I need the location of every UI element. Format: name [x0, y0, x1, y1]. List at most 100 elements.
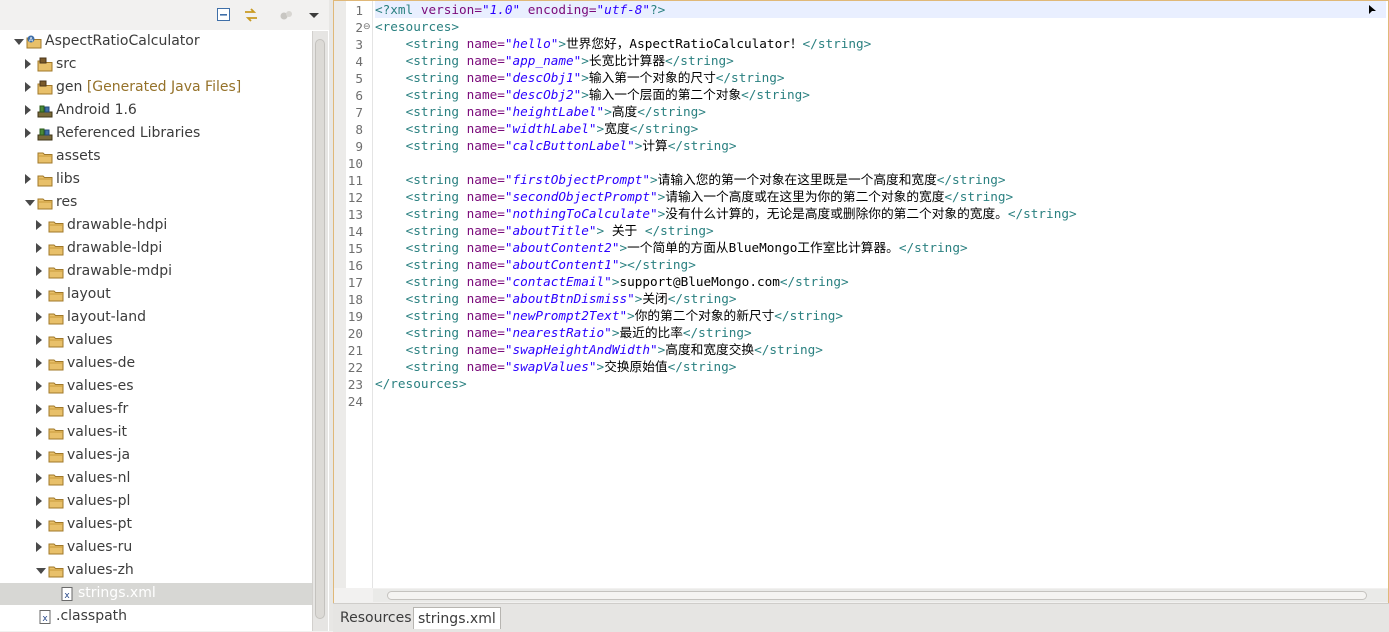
tree-item-values-zh[interactable]: values-zh	[0, 560, 312, 582]
code-line[interactable]: <string name="descObj2">输入一个层面的第二个对象</st…	[375, 86, 810, 103]
code-token-tag: <string	[405, 87, 467, 102]
tree-item-assets[interactable]: assets	[0, 146, 312, 168]
expanded-arrow-icon[interactable]	[36, 568, 46, 574]
code-line[interactable]: <string name="widthLabel">宽度</string>	[375, 120, 699, 137]
expanded-arrow-icon[interactable]	[25, 200, 35, 206]
link-with-editor-icon[interactable]	[243, 7, 259, 23]
code-line[interactable]: <resources>	[375, 18, 459, 35]
code-line[interactable]: <string name="hello">世界您好，AspectRatioCal…	[375, 35, 872, 52]
collapsed-arrow-icon[interactable]	[36, 358, 42, 368]
collapsed-arrow-icon[interactable]	[25, 174, 31, 184]
editor-scroll-thumb[interactable]	[387, 591, 1367, 600]
collapsed-arrow-icon[interactable]	[36, 335, 42, 345]
tree-item-drawable-mdpi[interactable]: drawable-mdpi	[0, 261, 312, 283]
code-line[interactable]: <string name="aboutContent2">一个简单的方面从Blu…	[375, 239, 968, 256]
line-number: 7	[355, 105, 363, 120]
tree-item-gen[interactable]: gen [Generated Java Files]	[0, 77, 312, 99]
code-line[interactable]: <string name="swapValues">交换原始值</string>	[375, 358, 737, 375]
tree-item-name: AspectRatioCalculator	[45, 33, 200, 49]
code-line[interactable]: <string name="aboutContent1"></string>	[375, 256, 696, 273]
code-line[interactable]: <string name="heightLabel">高度</string>	[375, 103, 706, 120]
tree-item-project[interactable]: A AspectRatioCalculator	[0, 31, 312, 53]
code-token-tag: </string>	[944, 189, 1014, 204]
collapsed-arrow-icon[interactable]	[36, 404, 42, 414]
code-area[interactable]: <?xml version="1.0" encoding="utf-8"?> <r…	[373, 1, 1388, 588]
tree-item-res[interactable]: res	[0, 192, 312, 214]
collapsed-arrow-icon[interactable]	[36, 450, 42, 460]
code-line[interactable]: <string name="secondObjectPrompt">请输入一个高…	[375, 188, 1014, 205]
tab-strings-xml[interactable]: strings.xml	[413, 607, 501, 629]
collapse-all-icon[interactable]	[216, 7, 232, 23]
collapsed-arrow-icon[interactable]	[36, 381, 42, 391]
code-line[interactable]: <string name="nothingToCalculate">没有什么计算…	[375, 205, 1077, 222]
collapsed-arrow-icon[interactable]	[25, 128, 31, 138]
code-line[interactable]: <string name="firstObjectPrompt">请输入您的第一…	[375, 171, 1006, 188]
tree-item-drawable-hdpi[interactable]: drawable-hdpi	[0, 215, 312, 237]
code-line[interactable]: <string name="aboutBtnDismiss">关闭</strin…	[375, 290, 737, 307]
code-token-tag: >	[558, 36, 566, 51]
collapsed-arrow-icon[interactable]	[25, 105, 31, 115]
code-token-val: "newPrompt2Text"	[504, 308, 628, 323]
tree-item-values-ru[interactable]: values-ru	[0, 537, 312, 559]
collapsed-arrow-icon[interactable]	[36, 473, 42, 483]
collapsed-arrow-icon[interactable]	[25, 82, 31, 92]
tree-item-values-de[interactable]: values-de	[0, 353, 312, 375]
tree-item-referenced-libraries[interactable]: Referenced Libraries	[0, 123, 312, 145]
tree-item-values-pl[interactable]: values-pl	[0, 491, 312, 513]
tree-item-label: drawable-mdpi	[67, 263, 172, 279]
code-line[interactable]: <string name="nearestRatio">最近的比率</strin…	[375, 324, 752, 341]
code-token-tag: <string	[405, 189, 467, 204]
tree-item-values-pt[interactable]: values-pt	[0, 514, 312, 536]
collapsed-arrow-icon[interactable]	[36, 542, 42, 552]
code-token-tag: <string	[405, 359, 467, 374]
expanded-arrow-icon[interactable]	[14, 39, 24, 45]
tree-item-src[interactable]: src	[0, 54, 312, 76]
tree-item-classpath[interactable]: x .classpath	[0, 606, 312, 628]
tree-item-layout[interactable]: layout	[0, 284, 312, 306]
tree-item-values-it[interactable]: values-it	[0, 422, 312, 444]
tree-item-values-nl[interactable]: values-nl	[0, 468, 312, 490]
editor-horizontal-scrollbar[interactable]	[373, 589, 1388, 602]
code-line[interactable]: <string name="newPrompt2Text">你的第二个对象的新尺…	[375, 307, 843, 324]
tree-item-android-lib[interactable]: Android 1.6	[0, 100, 312, 122]
collapsed-arrow-icon[interactable]	[36, 243, 42, 253]
line-number: 1	[355, 3, 363, 18]
collapsed-arrow-icon[interactable]	[36, 427, 42, 437]
explorer-vertical-scrollbar[interactable]	[312, 31, 328, 631]
tree-item-values-ja[interactable]: values-ja	[0, 445, 312, 467]
code-token-val: "descObj2"	[504, 87, 582, 102]
fold-toggle-icon[interactable]: ⊖	[363, 19, 371, 36]
collapsed-arrow-icon[interactable]	[36, 220, 42, 230]
collapsed-arrow-icon[interactable]	[25, 59, 31, 69]
tab-resources[interactable]: Resources	[336, 607, 416, 629]
tree-item-layout-land[interactable]: layout-land	[0, 307, 312, 329]
code-line[interactable]: <string name="contactEmail">support@Blue…	[375, 273, 849, 290]
code-line[interactable]: <string name="descObj1">输入第一个对象的尺寸</stri…	[375, 69, 785, 86]
tree-item-name: values-pl	[67, 493, 131, 509]
view-menu-icon[interactable]	[306, 7, 322, 23]
collapsed-arrow-icon[interactable]	[36, 289, 42, 299]
line-number: 12	[347, 190, 363, 205]
code-line[interactable]: <string name="calcButtonLabel">计算</strin…	[375, 137, 737, 154]
collapsed-arrow-icon[interactable]	[36, 312, 42, 322]
code-line[interactable]: <string name="aboutTitle"> 关于 </string>	[375, 222, 714, 239]
tree-item-decoration: [Generated Java Files]	[86, 79, 242, 95]
collapsed-arrow-icon[interactable]	[36, 266, 42, 276]
code-line[interactable]: <?xml version="1.0" encoding="utf-8"?>	[375, 1, 1386, 18]
filters-icon[interactable]	[278, 7, 294, 23]
tree-item-values-fr[interactable]: values-fr	[0, 399, 312, 421]
tree-item-libs[interactable]: libs	[0, 169, 312, 191]
tree-item-values[interactable]: values	[0, 330, 312, 352]
code-line[interactable]: <string name="swapHeightAndWidth">高度和宽度交…	[375, 341, 823, 358]
tree-item-drawable-ldpi[interactable]: drawable-ldpi	[0, 238, 312, 260]
tree-item-strings-xml[interactable]: x strings.xml	[0, 583, 312, 605]
code-line[interactable]: <string name="app_name">长宽比计算器</string>	[375, 52, 734, 69]
collapsed-arrow-icon[interactable]	[36, 519, 42, 529]
line-number: 13	[347, 207, 363, 222]
code-line[interactable]: </resources>	[375, 375, 467, 392]
explorer-scroll-thumb[interactable]	[315, 39, 325, 619]
tree-item-values-es[interactable]: values-es	[0, 376, 312, 398]
collapsed-arrow-icon[interactable]	[36, 496, 42, 506]
